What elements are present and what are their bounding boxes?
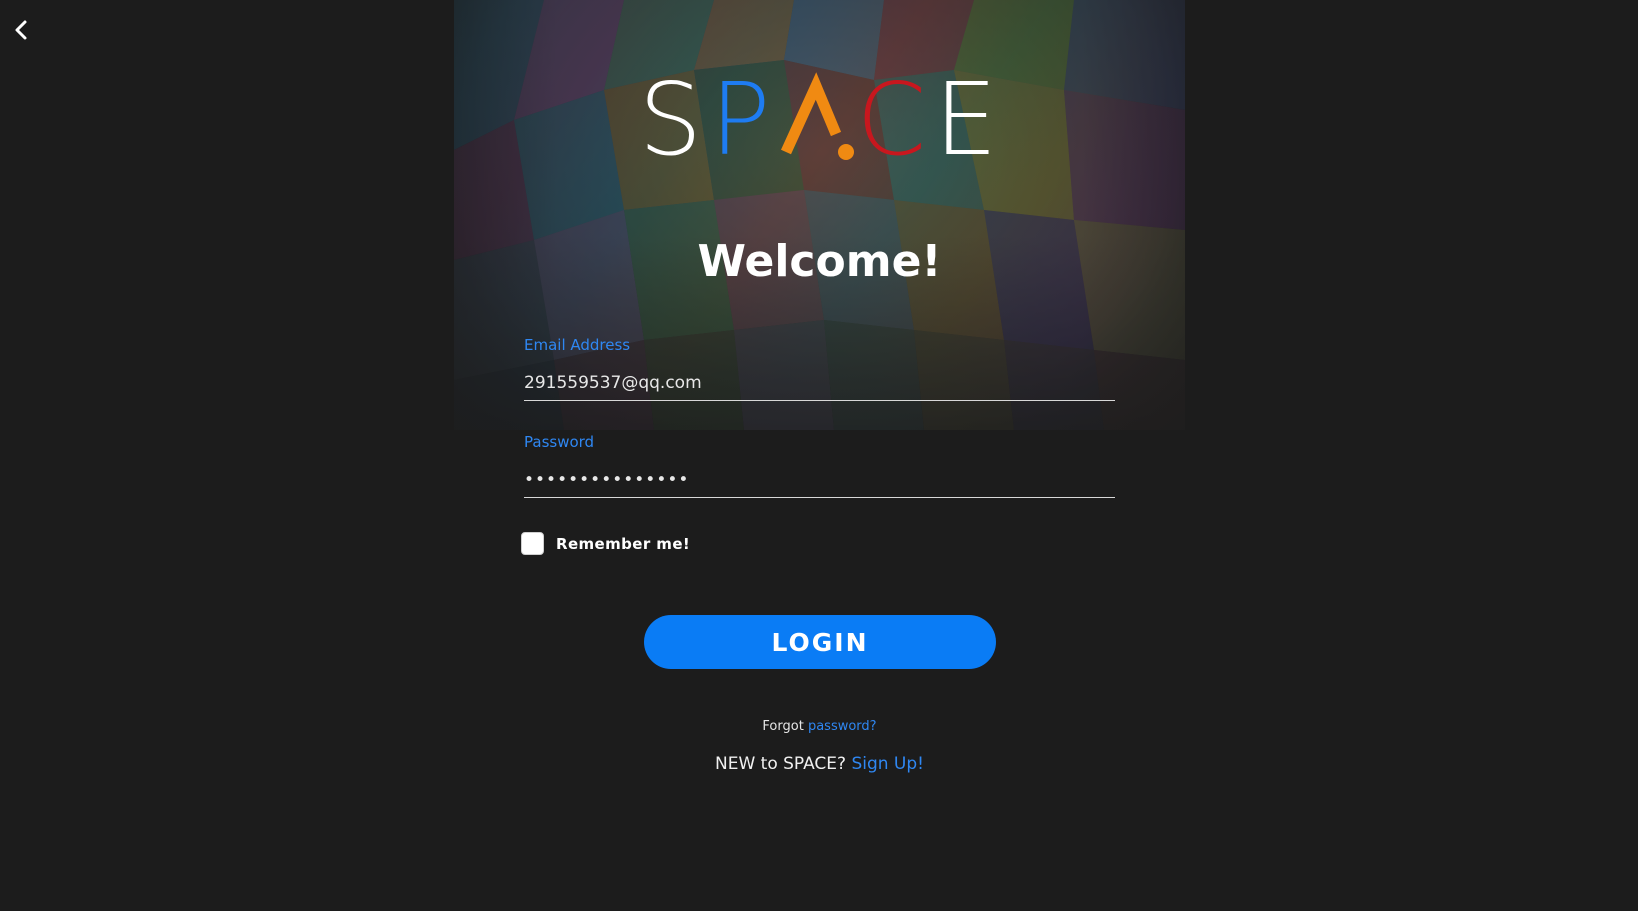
- forgot-password-line: Forgot password?: [454, 719, 1185, 734]
- remember-me-checkbox[interactable]: [521, 532, 544, 555]
- email-field[interactable]: [524, 366, 1115, 401]
- signup-link[interactable]: Sign Up!: [851, 754, 924, 774]
- signup-prefix: NEW to SPACE?: [714, 754, 847, 774]
- space-logo: S P C E: [622, 61, 1022, 178]
- logo-letter-c: C: [856, 61, 935, 178]
- logo-a-caret-icon: [781, 72, 855, 160]
- login-page: S P C E Welcome! Email Address Password …: [0, 0, 1638, 911]
- password-label: Password: [524, 433, 595, 451]
- logo-letter-e: E: [934, 61, 1006, 178]
- remember-me[interactable]: Remember me!: [521, 532, 690, 555]
- logo-letter-a: [778, 72, 856, 168]
- login-button[interactable]: LOGIN: [644, 615, 996, 669]
- logo-letter-p: P: [710, 61, 779, 178]
- password-field[interactable]: [524, 463, 1115, 498]
- email-label: Email Address: [524, 336, 631, 354]
- remember-me-label: Remember me!: [556, 534, 691, 553]
- logo-letter-s: S: [638, 61, 711, 178]
- signup-line: NEW to SPACE? Sign Up!: [454, 754, 1185, 774]
- back-button[interactable]: [8, 16, 34, 44]
- forgot-prefix: Forgot: [762, 719, 804, 734]
- welcome-title: Welcome!: [697, 236, 942, 287]
- forgot-password-link[interactable]: password?: [808, 719, 877, 734]
- chevron-left-icon: [15, 20, 27, 40]
